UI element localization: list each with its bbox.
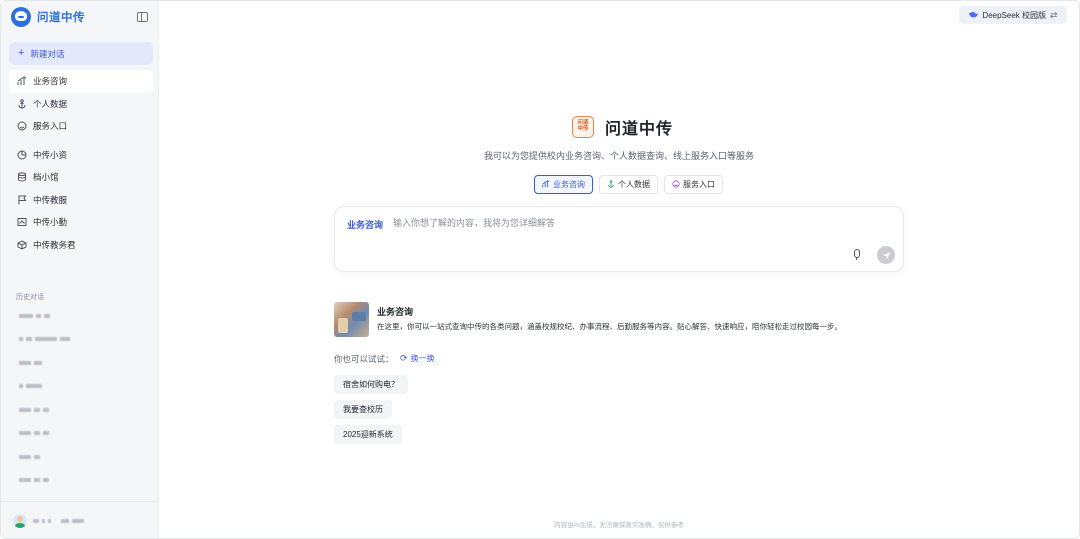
history-item[interactable] <box>11 375 101 399</box>
refresh-label: 换一换 <box>410 354 435 363</box>
intro-title: 业务咨询 <box>377 307 414 317</box>
sidebar-item-label: 个人数据 <box>33 98 68 109</box>
chip-label: 业务咨询 <box>553 180 585 189</box>
brand-name: 问道中传 <box>37 12 85 24</box>
sidebar-item-label: 业务咨询 <box>33 76 68 87</box>
history-list <box>11 304 101 492</box>
anchor-icon <box>17 99 27 109</box>
send-button[interactable] <box>877 246 895 264</box>
suggestion-chip[interactable]: 2025迎新系统 <box>334 425 402 444</box>
hero-logo: 问道中传 <box>572 116 594 138</box>
history-item[interactable] <box>11 398 101 422</box>
app-window: 问道中传 + 新建对话 业务咨询 个人数据 服务入口 中传小资 档小馆 中传教服… <box>0 0 1080 539</box>
version-switch-button[interactable]: DeepSeek 校园版 ⇄ <box>959 6 1067 24</box>
id-card-icon <box>17 217 27 227</box>
hero: 问道中传 问道中传 <box>572 115 673 139</box>
chip-label: 服务入口 <box>683 180 715 189</box>
history-item[interactable] <box>11 422 101 446</box>
deepseek-whale-icon <box>968 10 979 21</box>
microphone-icon[interactable] <box>851 249 861 261</box>
new-chat-label: 新建对话 <box>30 48 65 59</box>
sidebar-item-xiaoqin[interactable]: 中传小勤 <box>9 211 153 234</box>
sidebar-item-personal-data[interactable]: 个人数据 <box>9 93 153 116</box>
sidebar-toggle-icon[interactable] <box>137 12 148 22</box>
send-icon <box>882 251 890 259</box>
page-title: 问道中传 <box>605 121 674 138</box>
history-item[interactable] <box>11 351 101 375</box>
sidebar-item-label: 档小馆 <box>33 172 59 183</box>
suggestion-list: 宿舍如何购电？ 我要查校历 2025迎新系统 <box>334 375 408 450</box>
page-subtitle: 我可以为您提供校内业务咨询、个人数据查询、线上服务入口等服务 <box>483 151 754 161</box>
chart-icon <box>542 179 550 190</box>
history-item[interactable] <box>11 328 101 352</box>
chip-label: 个人数据 <box>618 180 650 189</box>
sidebar-item-label: 中传教服 <box>33 194 68 205</box>
suggestions-label: 你也可以试试： <box>334 354 394 364</box>
version-label: DeepSeek 校园版 <box>982 10 1047 20</box>
sidebar-item-label: 中传小勤 <box>33 217 68 228</box>
intro-description: 在这里，你可以一站式查询中传的各类问题，涵盖校规校纪、办事流程、后勤服务等内容。… <box>377 322 842 331</box>
plus-icon: + <box>18 47 25 59</box>
brand-logo-icon <box>11 7 31 27</box>
intro-image <box>334 302 369 337</box>
history-item[interactable] <box>11 445 101 469</box>
sidebar-item-jiaofu[interactable]: 中传教服 <box>9 189 153 212</box>
history-item[interactable] <box>11 469 101 493</box>
sidebar: 问道中传 + 新建对话 业务咨询 个人数据 服务入口 中传小资 档小馆 中传教服… <box>1 1 159 538</box>
sidebar-item-business[interactable]: 业务咨询 <box>9 70 153 93</box>
message-input[interactable] <box>393 215 873 231</box>
database-icon <box>17 172 27 182</box>
refresh-button[interactable]: ⟳ 换一换 <box>400 353 435 364</box>
chip-service-entry[interactable]: 服务入口 <box>664 175 723 194</box>
anchor-icon <box>607 179 615 190</box>
smile-icon <box>17 121 27 131</box>
chart-icon <box>17 76 27 86</box>
history-item[interactable] <box>11 304 101 328</box>
sidebar-item-archive[interactable]: 档小馆 <box>9 166 153 189</box>
composer-mode-label: 业务咨询 <box>347 220 384 230</box>
smile-icon <box>672 179 680 190</box>
disclaimer: 内容由AI生成，无法确保真实准确，仅供参考 <box>554 522 684 529</box>
sidebar-item-label: 中传教务君 <box>33 239 76 250</box>
sidebar-menu: 业务咨询 个人数据 服务入口 中传小资 档小馆 中传教服 中传小勤 中传教务君 <box>9 70 153 256</box>
suggestion-chip[interactable]: 我要查校历 <box>334 400 392 419</box>
chip-business[interactable]: 业务咨询 <box>534 175 593 194</box>
suggestion-chip[interactable]: 宿舍如何购电？ <box>334 375 408 394</box>
composer: 业务咨询 <box>334 206 904 272</box>
new-chat-button[interactable]: + 新建对话 <box>9 42 153 65</box>
flag-icon <box>17 195 27 205</box>
history-title: 历史对话 <box>16 294 44 301</box>
sidebar-item-label: 服务入口 <box>33 121 68 132</box>
swap-icon: ⇄ <box>1050 9 1058 20</box>
hero-logo-text: 问道中传 <box>577 120 589 132</box>
sidebar-item-service-entry[interactable]: 服务入口 <box>9 115 153 138</box>
cube-icon <box>17 240 27 250</box>
sidebar-item-jiaowu[interactable]: 中传教务君 <box>9 234 153 257</box>
brand[interactable]: 问道中传 <box>11 7 85 27</box>
refresh-icon: ⟳ <box>400 353 408 363</box>
mode-chips: 业务咨询 个人数据 服务入口 <box>534 175 729 194</box>
chip-personal-data[interactable]: 个人数据 <box>599 175 658 194</box>
